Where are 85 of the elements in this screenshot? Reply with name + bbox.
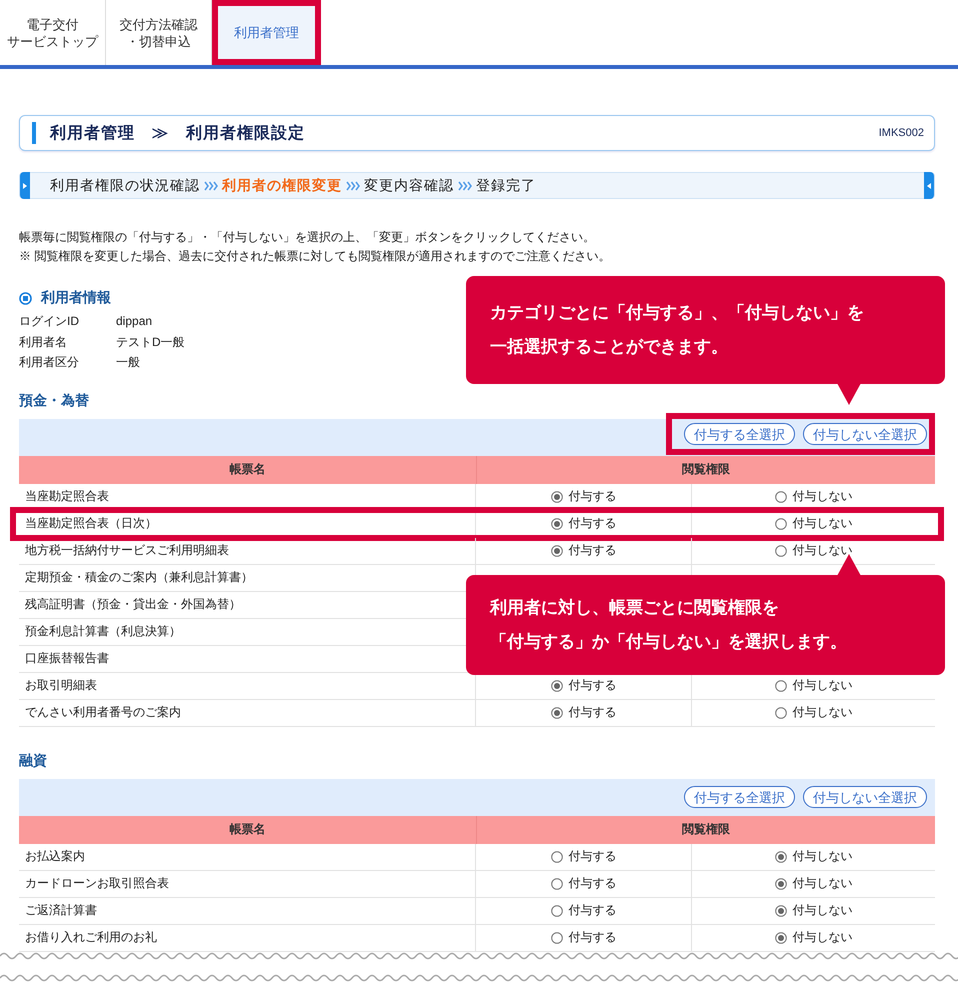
- option-label: 付与しない: [792, 848, 852, 865]
- option-label: 付与する: [568, 929, 616, 946]
- callout-text: カテゴリごとに「付与する」、「付与しない」を: [490, 302, 864, 324]
- field-value: テストD一般: [116, 334, 185, 350]
- instruction-text: ※ 閲覧権限を変更した場合、過去に交付された帳票に対しても閲覧権限が適用されますのでご注意ください。: [19, 248, 612, 265]
- bullet-icon: [19, 292, 32, 304]
- chevron-icon: [204, 180, 218, 190]
- option-label: 付与する: [568, 677, 616, 694]
- option-label: 付与しない: [792, 875, 852, 892]
- field-label: ログインID: [19, 313, 79, 330]
- step-label: 変更内容確認: [364, 176, 454, 194]
- document-name: お借り入れご利用のお礼: [19, 924, 476, 950]
- tab-label-line: 利用者管理: [234, 24, 299, 41]
- option-label: 付与する: [568, 875, 616, 892]
- column-header: 帳票名: [228, 821, 266, 838]
- radio-button[interactable]: [774, 680, 786, 692]
- step-label: 利用者権限の状況確認: [50, 176, 200, 194]
- option-label: 付与する: [568, 488, 616, 505]
- document-name: お払込案内: [19, 844, 476, 870]
- arrow-icon: [23, 182, 27, 188]
- radio-button[interactable]: [774, 850, 786, 862]
- arrow-icon: [927, 182, 931, 188]
- radio-button[interactable]: [774, 518, 786, 530]
- tab-label-line: 電子交付: [26, 16, 78, 32]
- select-all-button[interactable]: 付与しない全選択: [803, 423, 927, 445]
- callout-text: 一括選択することができます。: [490, 336, 728, 358]
- tab-label-line: ・切替申込: [126, 32, 191, 50]
- option-label: 付与しない: [792, 902, 852, 919]
- option-label: 付与しない: [792, 677, 852, 694]
- step-label: 登録完了: [476, 176, 536, 194]
- document-name: 当座勘定照合表: [19, 484, 476, 510]
- chevron-icon: [458, 180, 472, 190]
- option-label: 付与しない: [792, 929, 852, 946]
- radio-button[interactable]: [550, 850, 562, 862]
- option-label: 付与しない: [792, 704, 852, 721]
- option-label: 付与する: [568, 902, 616, 919]
- field-label: 利用者区分: [19, 354, 79, 371]
- radio-button[interactable]: [550, 680, 562, 692]
- option-label: 付与する: [568, 704, 616, 721]
- radio-button[interactable]: [774, 932, 786, 944]
- screen-id: IMKS002: [878, 127, 924, 139]
- section-heading: 利用者情報: [41, 289, 111, 307]
- nav-tab[interactable]: 利用者管理: [218, 6, 315, 59]
- field-label: 利用者名: [19, 334, 67, 350]
- instruction-text: 帳票毎に閲覧権限の「付与する」・「付与しない」を選択の上、「変更」ボタンをクリックしてください。: [19, 229, 596, 246]
- column-header: 帳票名: [228, 461, 266, 478]
- document-name: 当座勘定照合表（日次）: [19, 510, 476, 536]
- radio-button[interactable]: [550, 878, 562, 890]
- tab-label-line: 交付方法確認: [120, 16, 198, 32]
- radio-button[interactable]: [550, 544, 562, 556]
- option-label: 付与しない: [792, 488, 852, 505]
- field-value: 一般: [116, 354, 140, 371]
- step-label: 利用者の権限変更: [222, 176, 342, 194]
- section-title: 預金・為替: [19, 392, 89, 410]
- option-label: 付与しない: [792, 515, 852, 532]
- radio-button[interactable]: [550, 490, 562, 502]
- select-all-button[interactable]: 付与する全選択: [684, 786, 795, 808]
- radio-button[interactable]: [774, 904, 786, 916]
- radio-button[interactable]: [774, 544, 786, 556]
- chevron-icon: [346, 180, 360, 190]
- column-header: 閲覧権限: [476, 816, 935, 844]
- column-header: 閲覧権限: [476, 456, 935, 484]
- page-title: 利用者管理 ≫ 利用者権限設定: [50, 123, 306, 144]
- option-label: 付与する: [568, 542, 616, 559]
- radio-button[interactable]: [550, 904, 562, 916]
- select-all-button[interactable]: 付与する全選択: [684, 423, 795, 445]
- radio-button[interactable]: [550, 706, 562, 718]
- field-value: dippan: [116, 313, 152, 330]
- option-label: 付与する: [568, 848, 616, 865]
- document-name: でんさい利用者番号のご案内: [19, 700, 476, 726]
- document-name: 地方税一括納付サービスご利用明細表: [19, 538, 476, 564]
- callout-text: 「付与する」か「付与しない」を選択します。: [490, 630, 847, 652]
- section-title: 融資: [19, 752, 47, 770]
- radio-button[interactable]: [774, 878, 786, 890]
- callout-text: 利用者に対し、帳票ごとに閲覧権限を: [490, 596, 779, 618]
- option-label: 付与する: [568, 515, 616, 532]
- option-label: 付与しない: [792, 542, 852, 559]
- tab-label-line: サービストップ: [7, 32, 98, 50]
- document-name: カードローンお取引照合表: [19, 870, 476, 896]
- radio-button[interactable]: [550, 518, 562, 530]
- radio-button[interactable]: [774, 490, 786, 502]
- radio-button[interactable]: [550, 932, 562, 944]
- select-all-button[interactable]: 付与しない全選択: [803, 786, 927, 808]
- document-name: ご返済計算書: [19, 898, 476, 924]
- radio-button[interactable]: [774, 706, 786, 718]
